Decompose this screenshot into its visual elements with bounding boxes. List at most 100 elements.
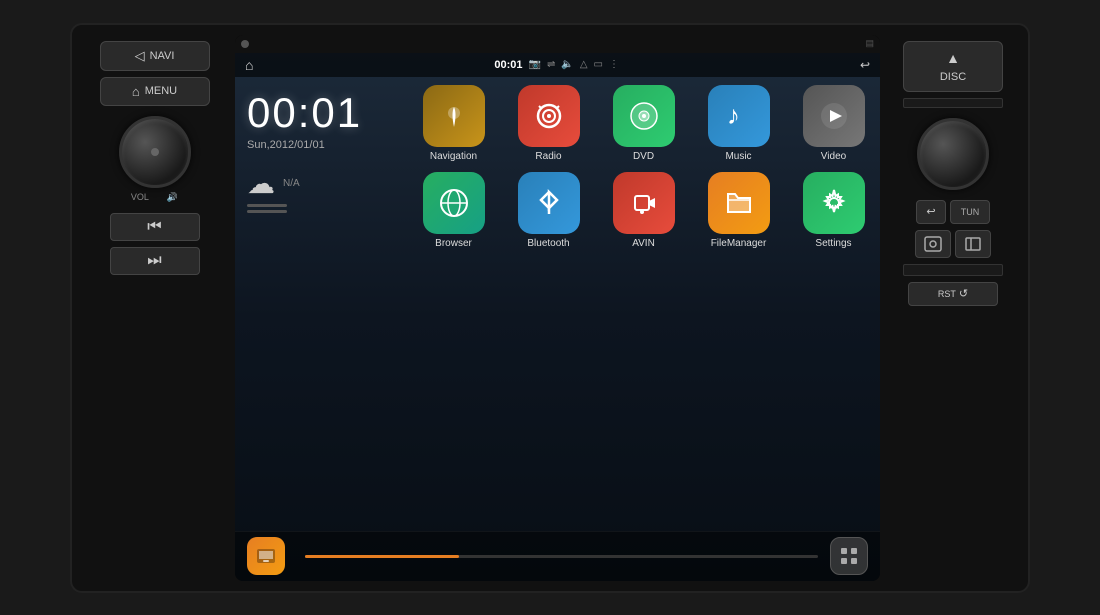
app-avin-label: AVIN bbox=[632, 238, 655, 249]
top-strip-left bbox=[241, 40, 249, 48]
app-dvd-label: DVD bbox=[633, 151, 654, 162]
status-triangle: △ bbox=[580, 59, 588, 70]
navi-icon: ◁ bbox=[135, 48, 145, 64]
app-video-label: Video bbox=[821, 151, 846, 162]
settings-svg bbox=[817, 186, 851, 220]
svg-text:♪: ♪ bbox=[727, 100, 740, 130]
top-strip-right: ▤ bbox=[865, 38, 874, 49]
status-screen: ▭ bbox=[594, 59, 603, 70]
volume-knob[interactable] bbox=[119, 116, 191, 188]
mic-indicator bbox=[241, 40, 249, 48]
music-svg: ♪ bbox=[723, 100, 755, 132]
rst-button[interactable]: RST ↺ bbox=[908, 282, 998, 306]
radio-svg bbox=[533, 100, 565, 132]
app-navigation-label: Navigation bbox=[430, 151, 477, 162]
back-tun-row: ↩ TUN bbox=[916, 200, 990, 224]
screen-container: ▤ ⌂ 00:01 📷 ⇌ 🔈 △ ▭ ⋮ ↩ bbox=[235, 35, 880, 581]
media-button-1[interactable] bbox=[915, 230, 951, 258]
app-avin[interactable]: AVIN bbox=[601, 172, 686, 249]
weather-widget: ☁ N/A bbox=[247, 167, 399, 200]
menu-button[interactable]: ⌂ MENU bbox=[100, 77, 210, 106]
app-radio[interactable]: Radio bbox=[506, 85, 591, 162]
card-slot bbox=[903, 264, 1003, 276]
app-browser-label: Browser bbox=[435, 238, 472, 249]
tun-button[interactable]: TUN bbox=[950, 200, 990, 224]
dock-grid-icon[interactable] bbox=[830, 537, 868, 575]
main-content: 00:01 Sun,2012/01/01 ☁ N/A bbox=[235, 77, 880, 531]
eject-icon: ▲ bbox=[946, 50, 960, 66]
home-button[interactable]: ⌂ bbox=[245, 57, 253, 73]
media-icon-2 bbox=[963, 234, 983, 254]
left-panel: ◁ NAVI ⌂ MENU VOL 🔊 ⏮ ⏭ bbox=[82, 35, 227, 581]
media-btn-row bbox=[915, 230, 991, 258]
app-radio-label: Radio bbox=[535, 151, 561, 162]
back-button[interactable]: ↩ bbox=[916, 200, 946, 224]
right-panel: ▲ DISC ↩ TUN RST bbox=[888, 35, 1018, 581]
app-filemanager-label: FileManager bbox=[711, 238, 767, 249]
bluetooth-svg bbox=[532, 186, 566, 220]
apps-row-1: Navigation bbox=[411, 85, 876, 162]
app-dvd-icon bbox=[613, 85, 675, 147]
status-bar: ⌂ 00:01 📷 ⇌ 🔈 △ ▭ ⋮ ↩ bbox=[235, 53, 880, 77]
disc-eject-button[interactable]: ▲ DISC bbox=[903, 41, 1003, 92]
status-more: ⋮ bbox=[609, 59, 619, 70]
dock-progress-bar bbox=[305, 555, 818, 558]
next-icon: ⏭ bbox=[147, 252, 161, 270]
top-strip: ▤ bbox=[235, 35, 880, 53]
mute-icon: 🔊 bbox=[167, 192, 178, 203]
app-settings[interactable]: Settings bbox=[791, 172, 876, 249]
disc-slot bbox=[903, 98, 1003, 108]
status-bar-center: 00:01 📷 ⇌ 🔈 △ ▭ ⋮ bbox=[494, 59, 619, 71]
status-cam-icon: 📷 bbox=[529, 59, 541, 70]
video-svg bbox=[818, 100, 850, 132]
app-navigation-icon bbox=[423, 85, 485, 147]
apps-panel: Navigation bbox=[411, 85, 876, 523]
status-time: 00:01 bbox=[494, 59, 522, 71]
vol-text: VOL bbox=[131, 192, 149, 202]
app-settings-label: Settings bbox=[815, 238, 851, 249]
browser-svg bbox=[437, 186, 471, 220]
media-button-2[interactable] bbox=[955, 230, 991, 258]
prev-icon: ⏮ bbox=[147, 218, 161, 236]
app-music-label: Music bbox=[725, 151, 751, 162]
media-icon-1 bbox=[923, 234, 943, 254]
clock-panel: 00:01 Sun,2012/01/01 ☁ N/A bbox=[243, 85, 403, 523]
volume-knob-container: VOL 🔊 bbox=[119, 116, 191, 203]
nav-svg bbox=[439, 101, 469, 131]
status-bar-left: ⌂ bbox=[245, 57, 253, 73]
apps-row-2: Browser bbox=[411, 172, 876, 249]
avin-svg bbox=[627, 186, 661, 220]
app-navigation[interactable]: Navigation bbox=[411, 85, 496, 162]
menu-label: MENU bbox=[145, 85, 177, 97]
grid-svg bbox=[838, 545, 860, 567]
app-bluetooth-icon bbox=[518, 172, 580, 234]
app-radio-icon bbox=[518, 85, 580, 147]
android-screen: ⌂ 00:01 📷 ⇌ 🔈 △ ▭ ⋮ ↩ bbox=[235, 53, 880, 581]
app-music[interactable]: ♪ Music bbox=[696, 85, 781, 162]
weather-info: N/A bbox=[283, 178, 300, 189]
status-sound: 🔈 bbox=[561, 59, 573, 70]
dock-phone-icon[interactable] bbox=[247, 537, 285, 575]
app-avin-icon bbox=[613, 172, 675, 234]
next-button[interactable]: ⏭ bbox=[110, 247, 200, 275]
disc-label: DISC bbox=[940, 71, 966, 83]
weather-bars bbox=[247, 204, 399, 216]
app-filemanager-icon bbox=[708, 172, 770, 234]
app-browser[interactable]: Browser bbox=[411, 172, 496, 249]
weather-icon: ☁ bbox=[247, 167, 275, 200]
app-video[interactable]: Video bbox=[791, 85, 876, 162]
app-video-icon bbox=[803, 85, 865, 147]
dvd-svg bbox=[627, 99, 661, 133]
app-filemanager[interactable]: FileManager bbox=[696, 172, 781, 249]
app-settings-icon bbox=[803, 172, 865, 234]
app-browser-icon bbox=[423, 172, 485, 234]
navi-button[interactable]: ◁ NAVI bbox=[100, 41, 210, 71]
clock-date: Sun,2012/01/01 bbox=[247, 139, 399, 151]
app-bluetooth[interactable]: Bluetooth bbox=[506, 172, 591, 249]
tuning-knob[interactable] bbox=[917, 118, 989, 190]
filemanager-svg bbox=[722, 186, 756, 220]
prev-button[interactable]: ⏮ bbox=[110, 213, 200, 241]
back-nav-icon[interactable]: ↩ bbox=[860, 58, 870, 72]
app-dvd[interactable]: DVD bbox=[601, 85, 686, 162]
rst-label: RST bbox=[938, 289, 956, 299]
